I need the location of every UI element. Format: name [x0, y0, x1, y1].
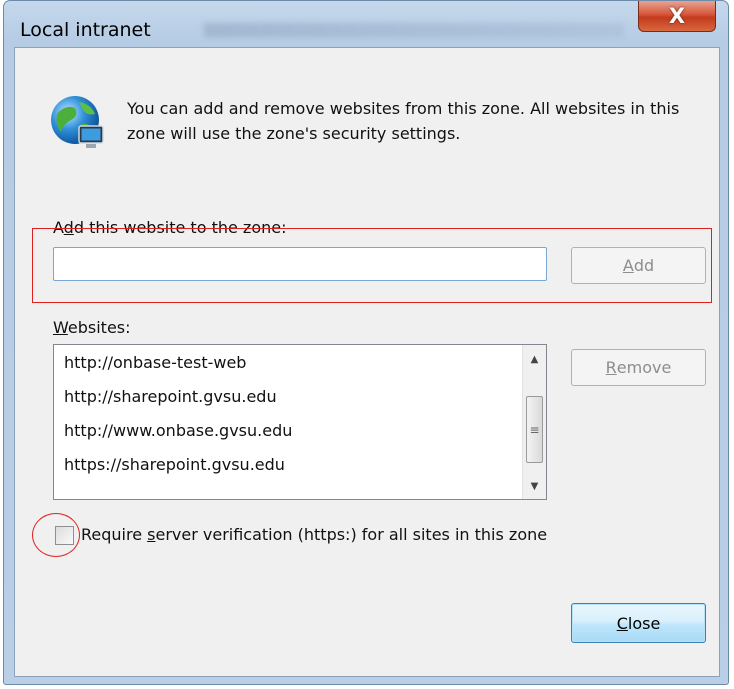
zone-info-text: You can add and remove websites from thi… — [127, 99, 680, 143]
remove-button[interactable]: Remove — [571, 349, 706, 386]
websites-items: http://onbase-test-web http://sharepoint… — [64, 351, 292, 487]
dialog-client-area: You can add and remove websites from thi… — [14, 47, 720, 677]
websites-label: Websites: — [53, 318, 131, 337]
require-verification-label[interactable]: Require server verification (https:) for… — [81, 525, 547, 544]
annotation-highlight-circle — [32, 513, 80, 557]
title-bar[interactable]: Local intranet X — [4, 1, 728, 41]
close-icon: X — [668, 4, 686, 28]
list-item[interactable]: http://www.onbase.gvsu.edu — [64, 419, 292, 453]
window-title: Local intranet — [20, 19, 151, 41]
globe-monitor-icon — [51, 96, 104, 148]
list-item[interactable]: https://sharepoint.gvsu.edu — [64, 453, 292, 487]
close-button[interactable]: Close — [571, 603, 706, 643]
list-item[interactable]: http://onbase-test-web — [64, 351, 292, 385]
list-item[interactable]: http://sharepoint.gvsu.edu — [64, 385, 292, 419]
list-scrollbar[interactable]: ▲ ≡ ▼ — [522, 345, 546, 499]
dialog-window: Local intranet X You can add and remove … — [3, 0, 729, 685]
annotation-highlight-rect — [32, 228, 712, 303]
websites-list[interactable]: http://onbase-test-web http://sharepoint… — [53, 344, 547, 500]
arrow-down-icon[interactable]: ▼ — [523, 475, 546, 497]
background-blur — [204, 23, 624, 37]
scrollbar-thumb[interactable]: ≡ — [526, 396, 543, 463]
close-window-button[interactable]: X — [638, 1, 716, 32]
arrow-up-icon[interactable]: ▲ — [523, 348, 546, 370]
